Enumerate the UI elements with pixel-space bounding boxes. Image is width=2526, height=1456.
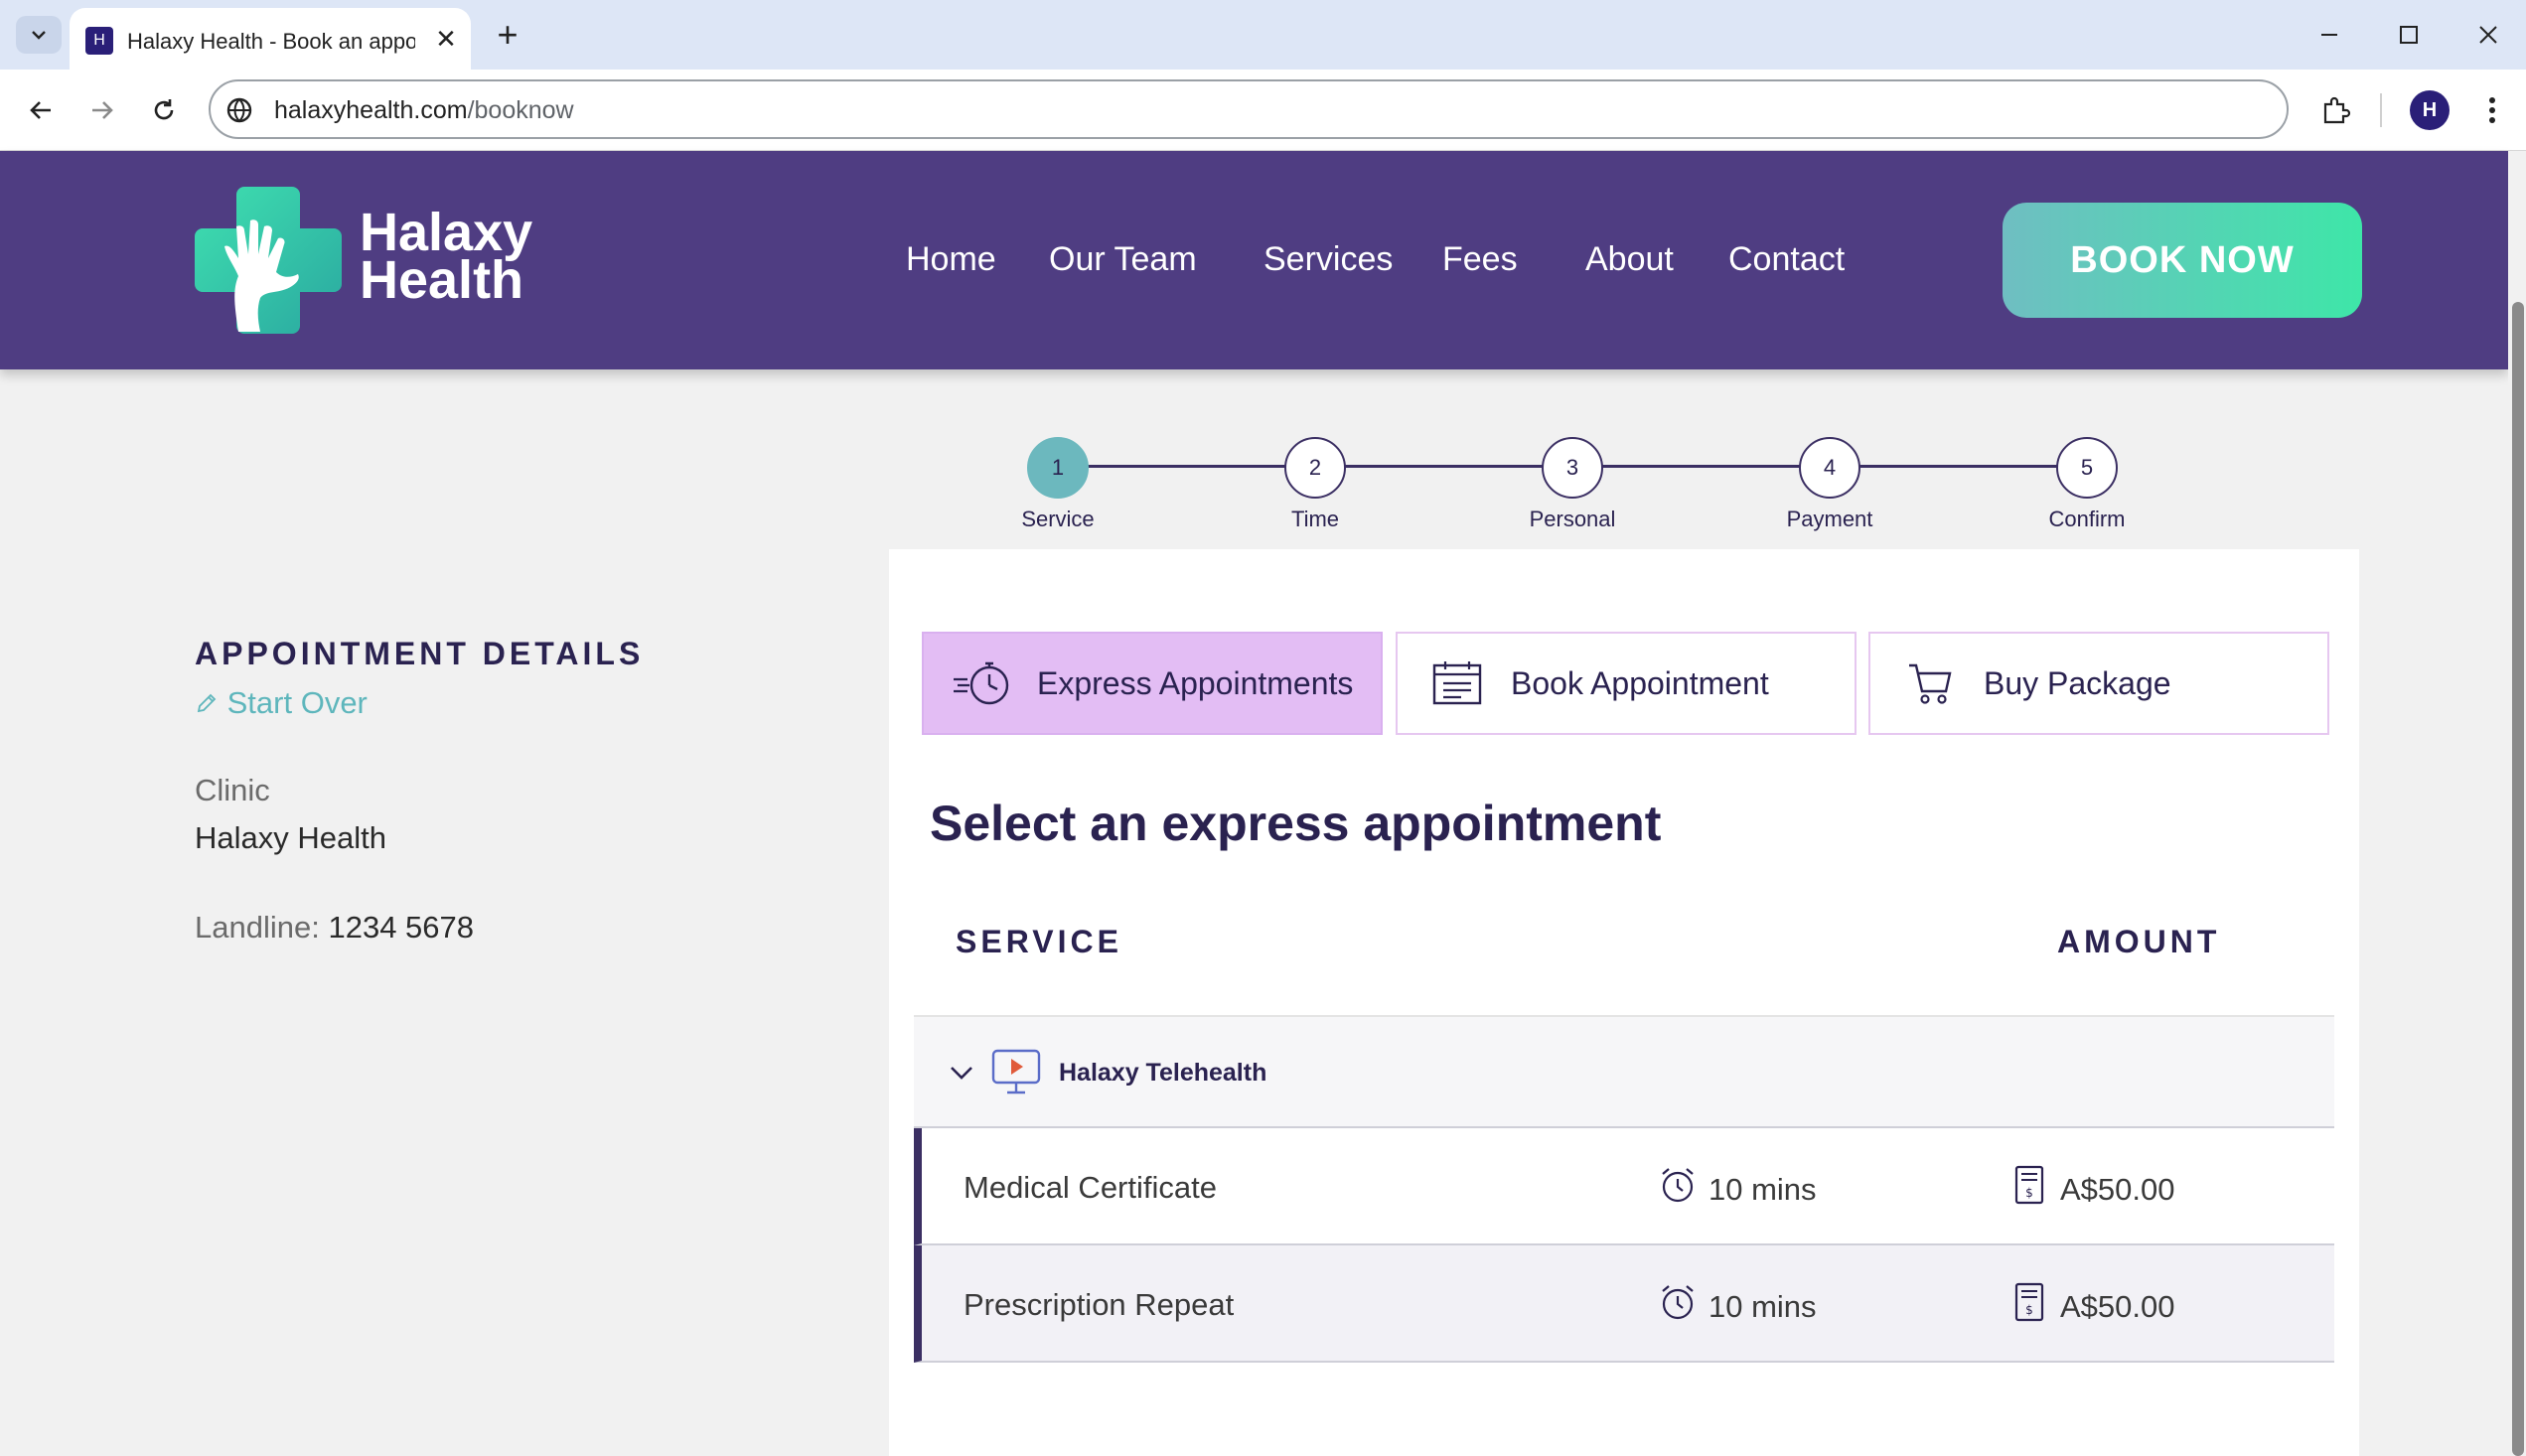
new-tab-button[interactable]: + <box>487 14 528 56</box>
service-column-header: SERVICE <box>956 924 1122 959</box>
step-3-label: Personal <box>1529 507 1616 531</box>
service-row-medical-certificate[interactable]: Medical Certificate 10 mins $ A$50.00 <box>914 1128 2334 1245</box>
more-vertical-icon <box>2489 97 2495 123</box>
tab-list-button[interactable] <box>16 16 62 54</box>
tab-title: Halaxy Health - Book an appointment <box>127 29 415 54</box>
step-1-circle: 1 <box>1027 437 1089 499</box>
alarm-clock-icon <box>1662 1168 1694 1203</box>
nav-contact[interactable]: Contact <box>1728 240 1845 279</box>
pencil-icon <box>197 693 217 713</box>
landline-label: Landline: <box>195 910 320 945</box>
url-text: halaxyhealth.com/booknow <box>274 96 574 124</box>
brand-line-1: Halaxy <box>360 203 533 262</box>
puzzle-icon <box>2323 96 2351 124</box>
minimize-icon <box>2321 34 2337 36</box>
nav-our-team[interactable]: Our Team <box>1049 240 1197 279</box>
telehealth-monitor-icon <box>991 1049 1041 1094</box>
maximize-button[interactable] <box>2374 10 2444 60</box>
tab-book-appointment[interactable]: Book Appointment <box>1396 632 1857 735</box>
calendar-icon <box>1425 652 1489 715</box>
alarm-clock-icon <box>1662 1285 1694 1320</box>
svg-text:$: $ <box>2025 1186 2033 1200</box>
step-connector <box>1602 465 1801 468</box>
brand-line-2: Health <box>360 250 524 310</box>
invoice-icon: $ <box>2014 1282 2044 1322</box>
stopwatch-icon <box>952 652 1015 715</box>
browser-menu-button[interactable] <box>2471 89 2513 131</box>
step-5-label: Confirm <box>2048 507 2126 531</box>
service-name: Prescription Repeat <box>964 1287 1235 1322</box>
forward-button[interactable] <box>81 89 123 131</box>
book-now-button[interactable]: BOOK NOW <box>2003 203 2362 318</box>
brand-name[interactable]: Halaxy Health <box>360 203 533 310</box>
start-over-link[interactable]: Start Over <box>195 685 368 721</box>
step-1-label: Service <box>1021 507 1095 531</box>
service-price: A$50.00 <box>2060 1289 2175 1324</box>
landline-row: Landline: 1234 5678 <box>195 910 474 946</box>
step-2-label: Time <box>1290 507 1340 531</box>
reload-button[interactable] <box>143 89 185 131</box>
site-info-icon[interactable] <box>224 95 254 125</box>
express-heading: Select an express appointment <box>930 796 1662 851</box>
invoice-icon: $ <box>2014 1165 2044 1205</box>
svg-text:$: $ <box>2025 1303 2033 1317</box>
nav-services[interactable]: Services <box>1263 240 1393 279</box>
telehealth-group-label: Halaxy Telehealth <box>1059 1059 1267 1087</box>
browser-toolbar: halaxyhealth.com/booknow H <box>0 70 2526 151</box>
cart-icon <box>1898 652 1962 715</box>
step-4-circle: 4 <box>1799 437 1860 499</box>
service-duration: 10 mins <box>1709 1289 1817 1324</box>
close-icon <box>2479 26 2497 44</box>
service-row-prescription-repeat[interactable]: Prescription Repeat 10 mins $ A$50.00 <box>914 1245 2334 1363</box>
chevron-down-icon <box>32 31 46 40</box>
arrow-right-icon <box>92 101 113 119</box>
start-over-label: Start Over <box>226 685 368 720</box>
close-window-button[interactable] <box>2453 10 2523 60</box>
amount-column-header: AMOUNT <box>2057 924 2221 959</box>
nav-fees[interactable]: Fees <box>1442 240 1518 279</box>
step-connector <box>1088 465 1286 468</box>
site-header: Halaxy Health Home Our Team Services Fee… <box>0 151 2508 369</box>
clinic-value: Halaxy Health <box>195 820 386 855</box>
maximize-icon <box>2400 26 2418 44</box>
profile-avatar[interactable]: H <box>2410 90 2450 130</box>
service-duration: 10 mins <box>1709 1172 1817 1207</box>
toolbar-divider <box>2380 93 2382 127</box>
tab-book-label: Book Appointment <box>1511 664 1769 701</box>
halaxy-cross-logo-icon[interactable] <box>195 187 342 334</box>
clinic-label: Clinic <box>195 773 270 807</box>
step-4-label: Payment <box>1786 507 1873 531</box>
browser-tab[interactable]: H Halaxy Health - Book an appointment ✕ <box>70 8 471 70</box>
nav-about[interactable]: About <box>1585 240 1674 279</box>
step-3-circle: 3 <box>1542 437 1603 499</box>
nav-home[interactable]: Home <box>906 240 996 279</box>
telehealth-group-row[interactable]: Halaxy Telehealth <box>914 1015 2334 1128</box>
step-connector <box>1345 465 1544 468</box>
step-2-circle: 2 <box>1284 437 1346 499</box>
extensions-button[interactable] <box>2314 89 2356 131</box>
chevron-down-icon[interactable] <box>948 1059 975 1087</box>
arrow-left-icon <box>30 101 51 119</box>
step-connector <box>1859 465 2058 468</box>
appointment-details-title: APPOINTMENT DETAILS <box>195 636 645 671</box>
tab-express-appointments[interactable]: Express Appointments <box>922 632 1383 735</box>
reload-icon <box>154 99 174 120</box>
tab-express-label: Express Appointments <box>1037 664 1354 701</box>
tab-buy-package[interactable]: Buy Package <box>1868 632 2329 735</box>
halaxy-favicon-icon: H <box>85 27 113 55</box>
landline-value: 1234 5678 <box>328 910 475 945</box>
minimize-button[interactable] <box>2295 10 2364 60</box>
tab-buy-package-label: Buy Package <box>1984 664 2171 701</box>
service-price: A$50.00 <box>2060 1172 2175 1207</box>
step-5-circle: 5 <box>2056 437 2118 499</box>
service-name: Medical Certificate <box>964 1170 1217 1205</box>
back-button[interactable] <box>20 89 62 131</box>
address-bar[interactable]: halaxyhealth.com/booknow <box>209 79 2289 139</box>
scrollbar-thumb[interactable] <box>2512 302 2524 1456</box>
browser-tabstrip: H Halaxy Health - Book an appointment ✕ … <box>0 0 2526 70</box>
tab-close-icon[interactable]: ✕ <box>429 22 463 56</box>
